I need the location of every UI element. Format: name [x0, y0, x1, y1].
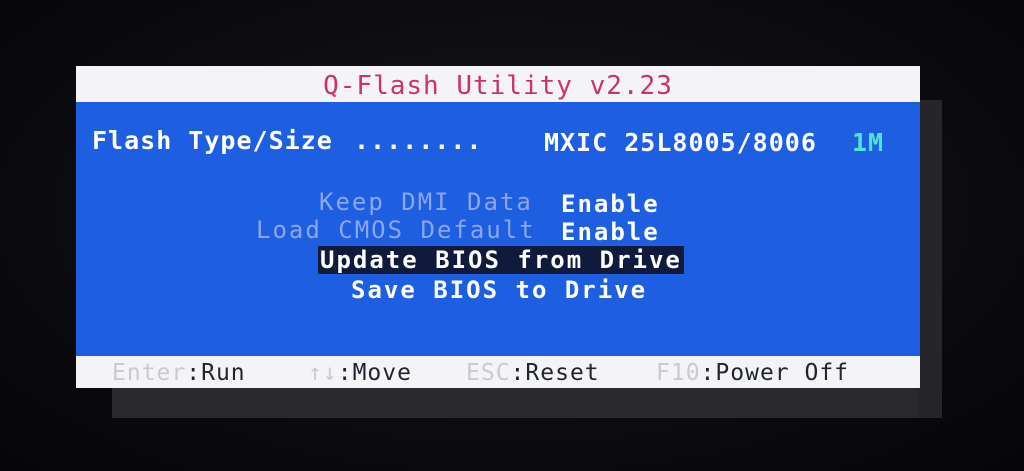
hint-enter-key: Enter: [112, 360, 187, 386]
option-keep-dmi-label: Keep DMI Data: [319, 188, 533, 216]
window-shadow-right: [918, 100, 942, 418]
flash-size-value: 1M: [852, 128, 885, 157]
flash-info-row: Flash Type/Size ........ MXIC 25L8005/80…: [92, 126, 912, 160]
qflash-window: Q-Flash Utility v2.23 Flash Type/Size ..…: [76, 66, 920, 388]
hint-esc-action: :Reset: [510, 360, 600, 386]
title-bar: Q-Flash Utility v2.23: [76, 66, 920, 102]
hint-enter-action: :Run: [186, 360, 246, 386]
option-load-cmos[interactable]: Load CMOS Default Enable: [256, 216, 658, 246]
hint-f10: F10:Power Off: [656, 360, 849, 386]
action-save-bios-label: Save BIOS to Drive: [351, 276, 648, 304]
option-load-cmos-value[interactable]: Enable: [561, 218, 660, 246]
window-title: Q-Flash Utility v2.23: [323, 71, 673, 101]
hint-f10-action: :Power Off: [700, 360, 850, 386]
option-keep-dmi-value[interactable]: Enable: [561, 190, 660, 218]
arrow-up-down-icon: ↑↓: [308, 360, 338, 386]
action-save-bios[interactable]: Save BIOS to Drive: [351, 276, 647, 304]
option-load-cmos-label: Load CMOS Default: [256, 216, 536, 244]
hint-enter: Enter:Run: [112, 360, 246, 386]
option-keep-dmi[interactable]: Keep DMI Data Enable: [319, 188, 658, 218]
hint-move-action: :Move: [337, 360, 412, 386]
hint-esc-key: ESC: [466, 360, 511, 386]
flash-type-label: Flash Type/Size: [92, 126, 333, 155]
action-update-bios-label: Update BIOS from Drive: [318, 246, 684, 274]
flash-leader-dots: ........: [354, 126, 483, 155]
key-hint-bar: Enter:Run ↑↓:Move ESC:Reset F10:Power Of…: [76, 356, 920, 388]
hint-f10-key: F10: [656, 360, 701, 386]
action-update-bios[interactable]: Update BIOS from Drive: [318, 246, 684, 274]
window-shadow-bottom: [112, 388, 942, 418]
flash-chip-value: MXIC 25L8005/8006: [544, 128, 817, 157]
hint-esc: ESC:Reset: [466, 360, 600, 386]
hint-move: ↑↓:Move: [308, 360, 412, 386]
